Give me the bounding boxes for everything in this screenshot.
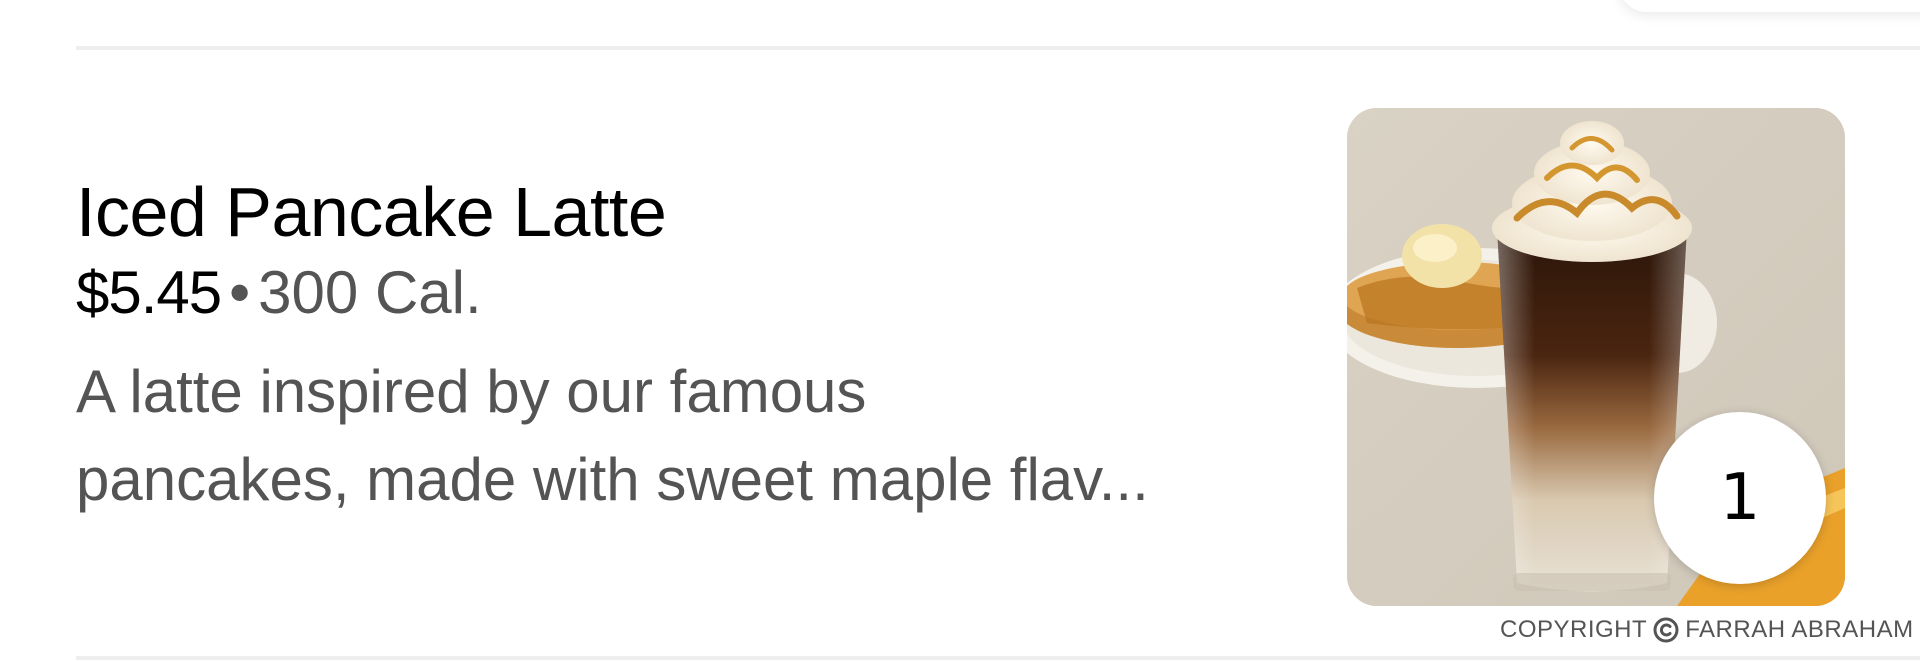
- item-price: $5.45: [76, 259, 222, 326]
- price-calories-line: $5.45 • 300 Cal.: [76, 258, 1326, 328]
- top-floating-pill: [1620, 0, 1920, 12]
- menu-item-card[interactable]: Iced Pancake Latte $5.45 • 300 Cal. A latt…: [76, 50, 1920, 654]
- copyright-name: FARRAH ABRAHAM: [1685, 616, 1914, 643]
- item-calories: 300 Cal.: [258, 259, 482, 326]
- copyright-prefix: COPYRIGHT: [1500, 616, 1648, 643]
- copyright-notice: COPYRIGHT FARRAH ABRAHAM: [1500, 616, 1914, 644]
- item-info: Iced Pancake Latte $5.45 • 300 Cal. A latt…: [76, 170, 1326, 524]
- bullet-separator: •: [229, 259, 251, 326]
- item-description: A latte inspired by our famous pancakes,…: [76, 358, 1149, 513]
- copyright-icon: [1653, 617, 1679, 643]
- item-title: Iced Pancake Latte: [76, 173, 667, 251]
- bottom-divider: [76, 656, 1920, 660]
- quantity-badge[interactable]: 1: [1654, 412, 1826, 584]
